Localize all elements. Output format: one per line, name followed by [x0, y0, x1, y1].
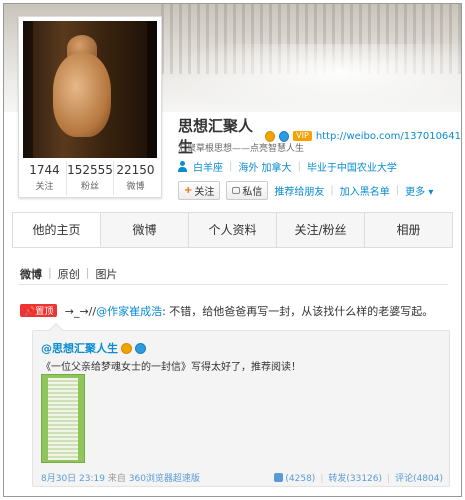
avatar-pillar-right — [147, 21, 157, 158]
like-count: (4258) — [285, 474, 316, 484]
profile-actions: + 关注 私信 推荐给朋友 | 加入黑名单 | 更多 ▾ — [178, 181, 433, 200]
repost-arrow — [48, 322, 64, 338]
follow-button-label: 关注 — [194, 187, 215, 198]
stat-followers[interactable]: 152555 粉丝 — [67, 161, 114, 195]
avatar-buddha-head — [53, 53, 111, 137]
repost-author-row: @思想汇聚人生 — [41, 340, 146, 356]
filter-all[interactable]: 微博 — [20, 266, 42, 282]
profile-info-row: 白羊座 | 海外 加拿大 | 毕业于中国农业大学 — [178, 159, 397, 174]
repost-image-thumbnail[interactable] — [41, 374, 85, 463]
plus-icon: + — [184, 185, 193, 196]
repost-actions: (4258) | 转发(33126) | 评论(4804) — [274, 471, 443, 484]
tab-profile-info[interactable]: 个人资料 — [189, 213, 277, 247]
more-menu[interactable]: 更多 ▾ — [405, 183, 433, 198]
post-prefix: →_→// — [64, 305, 97, 318]
profile-tagline: 汇聚草根思想——点亮智慧人生 — [178, 144, 305, 154]
pin-icon: 📌 — [24, 307, 36, 317]
stat-following[interactable]: 1744 关注 — [23, 161, 68, 195]
stat-posts-value: 22150 — [116, 163, 155, 177]
message-button[interactable]: 私信 — [226, 181, 269, 200]
pinned-post: 📌置顶 →_→//@作家崔成浩: 不错，给他爸爸再写一封，从该找什么样的老婆写起… — [20, 303, 450, 319]
comment-link[interactable]: 评论(4804) — [395, 474, 443, 484]
tab-album[interactable]: 相册 — [365, 213, 452, 247]
member-badge-icon[interactable] — [278, 130, 290, 142]
stat-followers-label: 粉丝 — [80, 182, 99, 192]
profile-tabs: 他的主页 微博 个人资料 关注/粉丝 相册 — [12, 212, 453, 248]
tab-home[interactable]: 他的主页 — [13, 213, 101, 247]
pin-label: 置顶 — [35, 307, 54, 317]
stat-posts[interactable]: 22150 微博 — [114, 161, 157, 195]
repost-author-link[interactable]: @思想汇聚人生 — [41, 340, 118, 356]
stat-following-value: 1744 — [29, 163, 60, 177]
recommend-link[interactable]: 推荐给朋友 — [274, 183, 324, 198]
divider — [18, 284, 448, 285]
tab-follows[interactable]: 关注/粉丝 — [277, 213, 365, 247]
pin-badge: 📌置顶 — [20, 304, 58, 317]
follow-button[interactable]: + 关注 — [178, 181, 221, 200]
profile-card: 1744 关注 152555 粉丝 22150 微博 — [18, 16, 162, 198]
avatar[interactable] — [23, 21, 157, 158]
post-text: →_→//@作家崔成浩: 不错，给他爸爸再写一封，从该找什么样的老婆写起。 — [65, 305, 434, 318]
person-icon — [178, 161, 187, 172]
repost-footer: 8月30日 23:19 来自 360浏览器超速版 (4258) | 转发(33126… — [41, 471, 443, 484]
info-education[interactable]: 毕业于中国农业大学 — [307, 159, 397, 174]
post-body: : 不错，给他爸爸再写一封，从该找什么样的老婆写起。 — [162, 305, 434, 318]
stat-following-label: 关注 — [35, 182, 54, 192]
profile-url-link[interactable]: http://weibo.com/137010641 — [316, 131, 461, 142]
post-mention-link[interactable]: @作家崔成浩 — [96, 305, 162, 318]
banner-mist — [161, 44, 461, 114]
repost-date-link[interactable]: 8月30日 23:19 — [41, 474, 105, 484]
source-prefix: 来自 — [107, 474, 126, 484]
blacklist-link[interactable]: 加入黑名单 — [340, 183, 390, 198]
stat-followers-value: 152555 — [67, 163, 113, 177]
stat-posts-label: 微博 — [126, 182, 145, 192]
member-badge-icon — [135, 342, 146, 354]
info-location[interactable]: 海外 加拿大 — [238, 159, 291, 174]
thumbs-up-icon — [274, 473, 284, 482]
feed-filter: 微博 | 原创 | 图片 — [20, 266, 118, 282]
like-button[interactable]: (4258) — [274, 473, 316, 484]
avatar-pillar-left — [23, 21, 33, 158]
tab-weibo[interactable]: 微博 — [101, 213, 189, 247]
info-zodiac[interactable]: 白羊座 — [193, 159, 223, 174]
filter-images[interactable]: 图片 — [95, 266, 117, 282]
verified-badge-icon — [121, 342, 132, 354]
repost-source-link[interactable]: 360浏览器超速版 — [129, 474, 200, 484]
vip-badge[interactable]: VIP — [293, 131, 312, 141]
message-icon — [232, 187, 241, 194]
profile-stats: 1744 关注 152555 粉丝 22150 微博 — [23, 161, 157, 195]
forward-link[interactable]: 转发(33126) — [328, 474, 382, 484]
thumbnail-letter-page — [48, 378, 78, 460]
message-button-label: 私信 — [242, 187, 263, 198]
filter-original[interactable]: 原创 — [58, 266, 80, 282]
repost-text: 《一位父亲给梦魂女士的一封信》写得太好了，推荐阅读！ — [41, 362, 301, 373]
weibo-profile-page: 1744 关注 152555 粉丝 22150 微博 思想汇聚人生 VIP ht… — [3, 3, 462, 497]
verified-badge-icon[interactable] — [264, 130, 275, 142]
repost-box: @思想汇聚人生 《一位父亲给梦魂女士的一封信》写得太好了，推荐阅读！ 8月30日… — [32, 322, 450, 487]
repost-meta: 8月30日 23:19 来自 360浏览器超速版 — [41, 471, 200, 484]
